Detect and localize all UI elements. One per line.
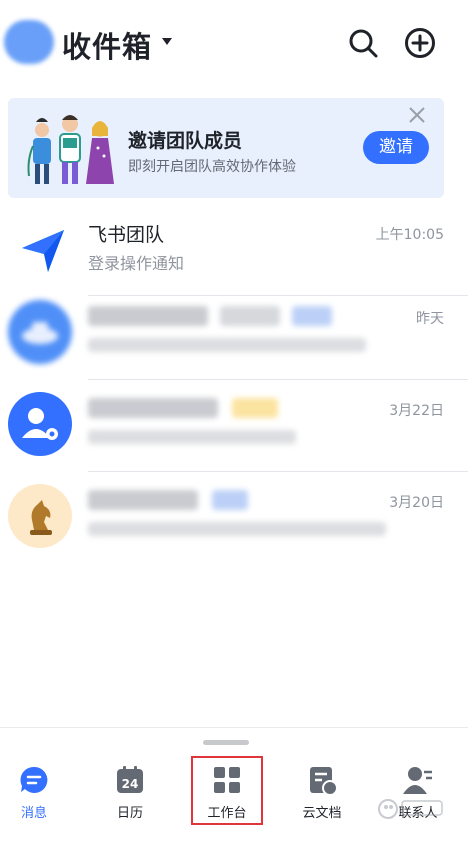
user-settings-icon [22,408,58,440]
chat-item-4[interactable]: 3月20日 [0,472,468,564]
avatar [8,392,72,456]
invite-button[interactable]: 邀请 [363,131,429,164]
message-icon [20,766,48,793]
chat-preview-blurred [88,518,386,537]
chess-knight-icon [30,500,52,535]
page-title[interactable]: 收件箱 [62,24,152,66]
header: 收件箱 [0,0,468,88]
chat-name: 飞书团队 [88,224,165,246]
chat-preview-blurred [88,334,366,353]
avatar [8,300,72,364]
chat-item-3[interactable]: 3月22日 [0,380,468,472]
caret-down-icon[interactable] [162,38,172,45]
calendar-day: 24 [122,777,139,791]
tab-calendar[interactable]: 24 日历 [90,764,170,824]
close-icon[interactable] [408,106,426,124]
highlight-box [191,756,263,825]
chat-time: 昨天 [416,311,444,327]
add-circle-icon[interactable] [404,27,436,59]
tab-label: 消息 [20,806,47,821]
banner-title: 邀请团队成员 [128,130,243,152]
tab-label: 日历 [116,806,143,821]
chat-time: 上午10:05 [375,227,444,243]
chat-name-blurred [88,488,249,510]
drag-handle[interactable] [203,740,249,745]
chat-item-feishu-team[interactable]: 飞书团队 登录操作通知 上午10:05 [0,204,468,296]
chat-name-blurred [88,304,333,326]
avatar [8,216,72,280]
watermark-logo-icon [378,799,443,819]
team-avatar[interactable] [4,20,54,64]
chat-preview: 登录操作通知 [88,254,185,273]
contacts-icon [403,767,432,794]
chat-time: 3月20日 [389,495,444,511]
calendar-icon: 24 [117,766,143,793]
banner-subtitle: 即刻开启团队高效协作体验 [128,159,296,175]
tab-cloud-docs[interactable]: 云文档 [282,764,362,824]
search-icon[interactable] [347,27,379,59]
blurred-avatar-icon [22,322,58,344]
tab-messages[interactable]: 消息 [0,764,74,824]
team-illustration-icon [27,115,114,184]
cloud-doc-icon [310,767,338,796]
chat-item-2[interactable]: 昨天 [0,288,468,380]
chat-name-blurred [88,396,279,418]
chat-time: 3月22日 [389,403,444,419]
avatar [8,484,72,548]
tab-label: 云文档 [302,806,342,821]
invite-banner[interactable]: 邀请团队成员 即刻开启团队高效协作体验 邀请 [8,98,444,198]
paper-plane-icon [22,230,64,272]
chat-preview-blurred [88,426,296,445]
